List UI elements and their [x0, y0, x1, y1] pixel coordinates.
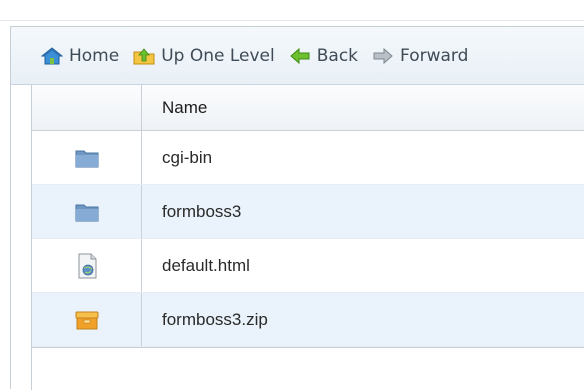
- file-name: formboss3: [162, 201, 242, 221]
- forward-button[interactable]: Forward: [372, 46, 468, 66]
- file-browser-panel: Home Up One Level Back Forward Name cgi-…: [10, 26, 584, 390]
- table-row[interactable]: formboss3.zip: [32, 293, 584, 347]
- html-file-icon: [78, 253, 96, 278]
- file-list-header: Name: [32, 85, 584, 131]
- archive-icon: [75, 311, 98, 329]
- table-row[interactable]: default.html: [32, 239, 584, 293]
- file-name: default.html: [162, 255, 250, 275]
- up-one-level-button[interactable]: Up One Level: [133, 46, 275, 66]
- toolbar: Home Up One Level Back Forward: [11, 27, 584, 85]
- file-list-empty-area: [32, 347, 584, 392]
- home-button[interactable]: Home: [41, 46, 119, 66]
- folder-icon: [75, 150, 98, 167]
- home-label: Home: [69, 45, 120, 66]
- back-arrow-icon: [289, 47, 310, 64]
- folder-up-icon: [133, 47, 155, 64]
- forward-label: Forward: [400, 45, 469, 66]
- home-icon: [41, 46, 63, 64]
- table-row[interactable]: cgi-bin: [32, 131, 584, 185]
- file-list: Name cgi-bin formboss3 default.html form…: [31, 85, 584, 390]
- file-name: cgi-bin: [162, 147, 213, 167]
- file-name: formboss3.zip: [162, 309, 268, 329]
- up-one-level-label: Up One Level: [161, 45, 275, 66]
- back-label: Back: [316, 45, 359, 66]
- table-row[interactable]: formboss3: [32, 185, 584, 239]
- window-top-strip: [0, 0, 584, 21]
- icon-column-header[interactable]: [32, 85, 142, 130]
- forward-arrow-icon: [373, 47, 393, 64]
- folder-icon: [75, 204, 98, 221]
- name-column-header[interactable]: Name: [142, 85, 584, 130]
- back-button[interactable]: Back: [289, 46, 358, 66]
